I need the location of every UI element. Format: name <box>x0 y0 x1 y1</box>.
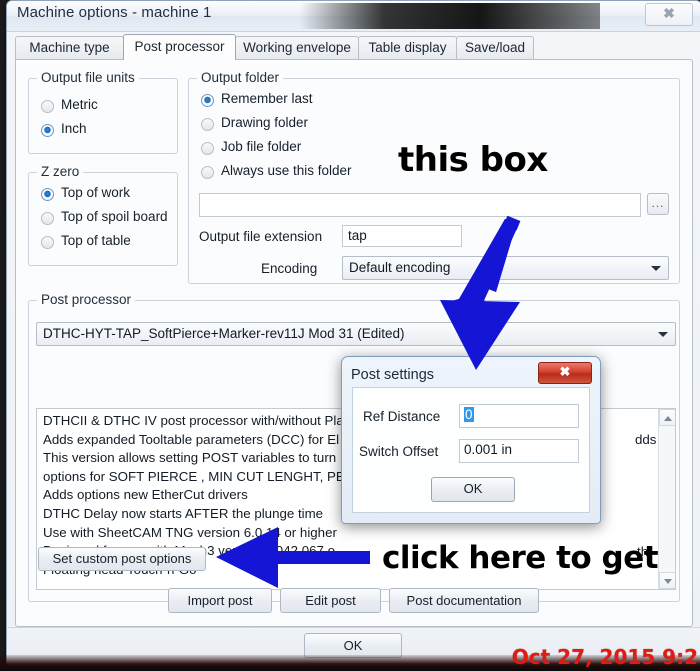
radio-label-always-use-this-folder: Always use this folder <box>221 163 352 178</box>
scroll-down-icon[interactable] <box>659 572 675 589</box>
set-custom-post-options-button[interactable]: Set custom post options <box>38 547 206 571</box>
radio-label-drawing-folder: Drawing folder <box>221 115 309 130</box>
label-ref-distance: Ref Distance <box>363 409 441 424</box>
post-processor-dropdown[interactable]: DTHC-HYT-TAP_SoftPierce+Marker-rev11J Mo… <box>36 322 676 346</box>
ref-distance-value: 0 <box>464 407 474 422</box>
tab-table-display[interactable]: Table display <box>358 36 457 59</box>
edit-post-button[interactable]: Edit post <box>280 588 381 613</box>
label-output-file-extension: Output file extension <box>199 229 323 244</box>
radio-dot-metric <box>41 100 54 113</box>
radio-dot-job-file-folder <box>201 142 214 155</box>
encoding-dropdown[interactable]: Default encoding <box>342 256 669 280</box>
timestamp-watermark: Oct 27, 2015 9:2 <box>511 645 698 669</box>
tab-machine-type[interactable]: Machine type <box>15 36 124 59</box>
annotation-this-box: this box <box>398 140 548 180</box>
post-processor-dropdown-value: DTHC-HYT-TAP_SoftPierce+Marker-rev11J Mo… <box>43 326 405 341</box>
radio-label-top-of-table: Top of table <box>61 233 131 248</box>
radio-label-top-of-work: Top of work <box>61 185 131 200</box>
window-titlebar: Machine options - machine 1 ✖ <box>7 1 700 32</box>
ref-distance-input[interactable]: 0 <box>459 404 579 428</box>
radio-label-top-of-spoil-board: Top of spoil board <box>61 209 168 224</box>
radio-dot-inch <box>41 124 54 137</box>
radio-label-remember-last: Remember last <box>221 91 313 106</box>
radio-dot-top-of-spoil-board <box>41 212 54 225</box>
scroll-up-icon[interactable] <box>659 409 675 426</box>
browse-folder-button[interactable]: ... <box>647 193 669 215</box>
post-documentation-button[interactable]: Post documentation <box>389 588 539 613</box>
window-title: Machine options - machine 1 <box>17 4 212 21</box>
ok-button[interactable]: OK <box>304 633 402 658</box>
import-post-button[interactable]: Import post <box>168 588 272 613</box>
tab-strip: Machine type Post processor Working enve… <box>15 34 691 60</box>
chevron-down-icon <box>658 332 668 337</box>
label-encoding: Encoding <box>261 261 318 276</box>
output-folder-path-input[interactable] <box>199 193 641 217</box>
encoding-dropdown-value: Default encoding <box>349 260 451 275</box>
screenshot-root: Machine options - machine 1 ✖ Machine ty… <box>0 0 700 671</box>
description-fragment: dds <box>635 432 657 447</box>
window-close-icon[interactable]: ✖ <box>645 3 693 26</box>
radio-label-metric: Metric <box>61 97 98 112</box>
tab-save-load[interactable]: Save/load <box>456 36 534 59</box>
tab-working-envelope[interactable]: Working envelope <box>235 36 359 59</box>
group-label-output-folder: Output folder <box>197 70 284 85</box>
group-output-folder: Output folder Remember last Drawing fold… <box>188 70 680 284</box>
description-scrollbar[interactable] <box>658 409 675 589</box>
radio-label-job-file-folder: Job file folder <box>221 139 302 154</box>
dialog-close-icon[interactable]: ✖ <box>538 362 592 384</box>
tab-post-processor[interactable]: Post processor <box>123 34 236 60</box>
group-label-output-file-units: Output file units <box>37 70 139 85</box>
dialog-ok-button[interactable]: OK <box>431 477 515 502</box>
radio-label-inch: Inch <box>61 121 87 136</box>
radio-dot-top-of-work <box>41 188 54 201</box>
switch-offset-input[interactable]: 0.001 in <box>459 439 579 463</box>
radio-dot-always-use-this-folder <box>201 166 214 179</box>
radio-dot-remember-last <box>201 94 214 107</box>
group-label-post-processor: Post processor <box>37 292 136 307</box>
dialog-body: Ref Distance 0 Switch Offset 0.001 in OK <box>352 387 590 513</box>
label-switch-offset: Switch Offset <box>359 444 439 459</box>
group-z-zero: Z zero Top of work Top of spoil board To… <box>28 164 178 266</box>
group-label-z-zero: Z zero <box>37 164 84 179</box>
radio-dot-top-of-table <box>41 236 54 249</box>
radio-dot-drawing-folder <box>201 118 214 131</box>
chevron-down-icon <box>651 266 661 271</box>
dialog-title: Post settings <box>351 367 435 383</box>
annotation-click-here: click here to get <box>382 540 659 576</box>
post-settings-dialog: Post settings ✖ Ref Distance 0 Switch Of… <box>341 356 601 524</box>
group-output-file-units: Output file units Metric Inch <box>28 70 178 154</box>
output-file-extension-input[interactable]: tap <box>342 225 462 247</box>
